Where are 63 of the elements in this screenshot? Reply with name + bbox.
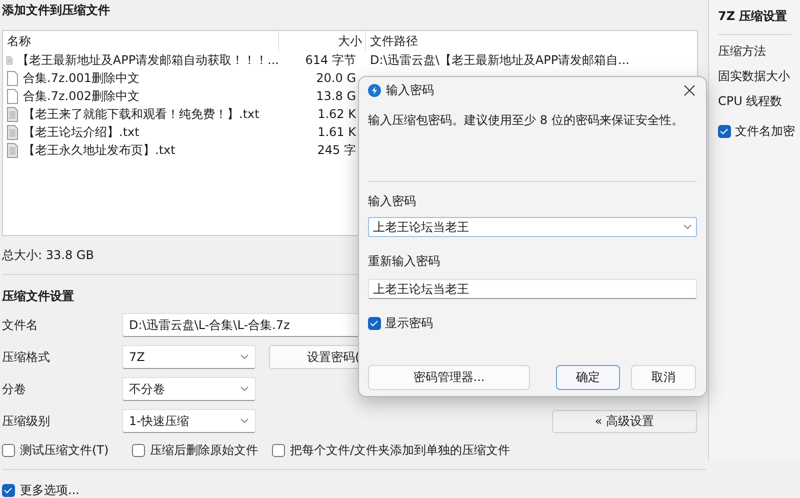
checkbox[interactable] bbox=[132, 444, 145, 456]
file-icon bbox=[6, 70, 19, 86]
dialog-heading: 添加文件到压缩文件 bbox=[2, 2, 110, 19]
field-label: 输入密码 bbox=[368, 193, 416, 210]
dropdown[interactable]: 不分卷 bbox=[122, 377, 256, 401]
file-size: 1.61 K bbox=[318, 124, 356, 141]
checkbox[interactable] bbox=[368, 316, 381, 330]
ok-button[interactable]: 确定 bbox=[556, 365, 620, 390]
column-header[interactable]: 名称 bbox=[3, 31, 279, 51]
file-name: 【老王来了就能下载和观看！纯免费！】.txt bbox=[23, 106, 260, 123]
password-field[interactable]: 上老王论坛当老王 bbox=[368, 279, 697, 299]
file-name: 【老王最新地址及APP请发邮箱自动获取！！！... bbox=[16, 52, 279, 69]
field-label: 重新输入密码 bbox=[368, 253, 440, 270]
chevron-down-icon bbox=[240, 354, 249, 360]
checkbox-label: 把每个文件/文件夹添加到单独的压缩文件 bbox=[290, 442, 510, 459]
file-size: 245 字 bbox=[317, 142, 356, 159]
close-icon[interactable] bbox=[684, 84, 695, 96]
dialog-message: 输入压缩包密码。建议使用至少 8 位的密码来保证安全性。 bbox=[368, 112, 684, 129]
setting-label: CPU 线程数 bbox=[718, 93, 782, 110]
checkbox[interactable] bbox=[2, 484, 15, 496]
field-label: 压缩级别 bbox=[2, 414, 50, 428]
file-size: 614 字节 bbox=[305, 52, 356, 69]
advanced-settings-button[interactable]: « 高级设置 bbox=[552, 410, 697, 432]
field-label: 文件名 bbox=[2, 318, 38, 332]
text-file-icon bbox=[6, 142, 19, 158]
checkbox-label: 显示密码 bbox=[385, 314, 433, 332]
setting-label: 压缩方法 bbox=[718, 43, 766, 60]
password-manager-button[interactable]: 密码管理器... bbox=[368, 365, 530, 390]
checkbox-label: 压缩后删除原始文件 bbox=[150, 442, 258, 459]
app-icon bbox=[368, 84, 381, 96]
file-path: D:\迅雷云盘\【老王最新地址及APP请发邮箱自... bbox=[370, 52, 630, 69]
text-file-icon bbox=[6, 106, 19, 122]
file-size: 13.8 G bbox=[316, 88, 356, 105]
field-label: 压缩格式 bbox=[2, 350, 50, 364]
chevron-down-icon bbox=[240, 386, 249, 392]
password-combobox[interactable]: 上老王论坛当老王 bbox=[368, 217, 697, 237]
cancel-button[interactable]: 取消 bbox=[631, 365, 696, 390]
column-header[interactable]: 大小 bbox=[279, 31, 366, 51]
file-size: 20.0 G bbox=[316, 70, 356, 87]
file-name: 【老王论坛介绍】.txt bbox=[23, 124, 140, 141]
checkbox-label: 测试压缩文件(T) bbox=[20, 442, 109, 459]
file-icon bbox=[6, 88, 19, 104]
setting-label: 固实数据大小 bbox=[718, 68, 790, 85]
file-name: 合集.7z.002删除中文 bbox=[23, 88, 140, 105]
column-header[interactable]: 文件路径 bbox=[366, 31, 697, 51]
field-label: 分卷 bbox=[2, 382, 26, 396]
checkbox[interactable] bbox=[272, 444, 285, 456]
chevron-down-icon bbox=[683, 224, 692, 230]
checkbox-label: 文件名加密 bbox=[735, 122, 795, 140]
checkbox-label: 更多选项... bbox=[20, 482, 80, 498]
dropdown[interactable]: 1-快速压缩 bbox=[122, 409, 256, 433]
dialog-title: 输入密码 bbox=[386, 82, 434, 98]
total-size: 总大小: 33.8 GB bbox=[2, 247, 94, 264]
dropdown[interactable]: 7Z bbox=[122, 345, 256, 369]
checkbox[interactable] bbox=[718, 124, 731, 138]
panel-heading: 7Z 压缩设置 bbox=[718, 8, 788, 25]
file-size: 1.62 K bbox=[318, 106, 356, 123]
file-name: 合集.7z.001删除中文 bbox=[23, 70, 140, 87]
file-name: 【老王永久地址发布页】.txt bbox=[23, 142, 176, 159]
text-file-icon bbox=[6, 124, 19, 140]
section-heading: 压缩文件设置 bbox=[2, 288, 74, 305]
checkbox[interactable] bbox=[2, 444, 15, 456]
chevron-down-icon bbox=[240, 418, 249, 424]
